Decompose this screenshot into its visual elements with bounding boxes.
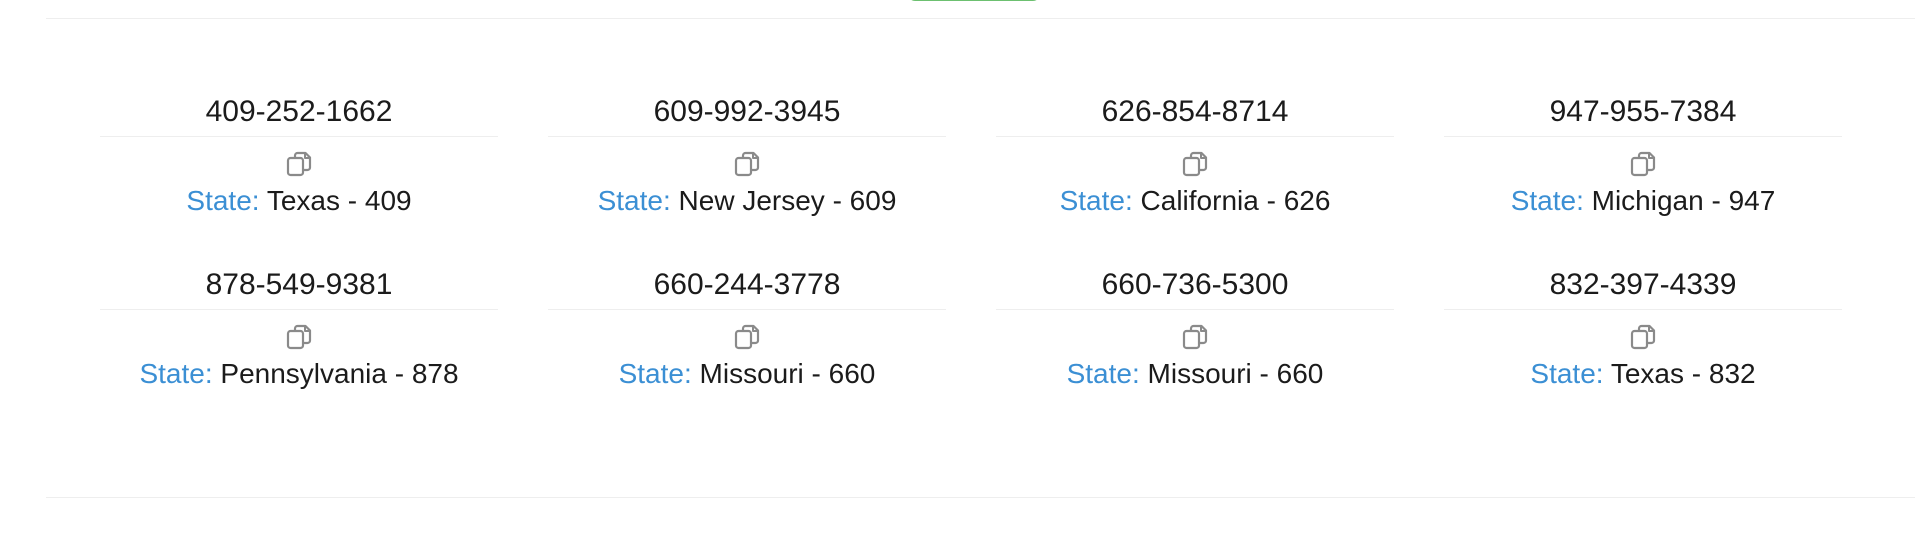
phone-number[interactable]: 660-736-5300: [996, 261, 1394, 310]
state-value: Michigan - 947: [1591, 185, 1776, 216]
state-line: State: Missouri - 660: [548, 354, 946, 394]
copy-icon[interactable]: [1179, 148, 1211, 180]
phone-card: 660-244-3778 State: Missouri - 660: [548, 261, 946, 394]
state-line: State: Michigan - 947: [1444, 181, 1842, 221]
phone-number[interactable]: 409-252-1662: [100, 88, 498, 137]
state-line: State: Missouri - 660: [996, 354, 1394, 394]
state-label: State:: [186, 185, 260, 216]
copy-icon[interactable]: [731, 148, 763, 180]
state-label: State:: [1059, 185, 1133, 216]
active-tab-indicator: [908, 0, 1040, 1]
state-label: State:: [1510, 185, 1584, 216]
state-value: Missouri - 660: [699, 358, 876, 389]
phone-number[interactable]: 609-992-3945: [548, 88, 946, 137]
top-divider: [46, 18, 1915, 19]
state-value: Missouri - 660: [1147, 358, 1324, 389]
phone-card: 409-252-1662 State: Texas - 409: [100, 88, 498, 221]
phone-number[interactable]: 878-549-9381: [100, 261, 498, 310]
state-label: State:: [618, 358, 692, 389]
state-label: State:: [1530, 358, 1604, 389]
copy-icon[interactable]: [1627, 148, 1659, 180]
state-value: Texas - 409: [266, 185, 412, 216]
state-label: State:: [597, 185, 671, 216]
phone-card: 947-955-7384 State: Michigan - 947: [1444, 88, 1842, 221]
state-line: State: California - 626: [996, 181, 1394, 221]
phone-number[interactable]: 626-854-8714: [996, 88, 1394, 137]
phone-number-grid: 409-252-1662 State: Texas - 409 609-992-…: [100, 88, 1850, 394]
phone-number[interactable]: 660-244-3778: [548, 261, 946, 310]
phone-card: 878-549-9381 State: Pennsylvania - 878: [100, 261, 498, 394]
phone-card: 626-854-8714 State: California - 626: [996, 88, 1394, 221]
copy-icon[interactable]: [283, 148, 315, 180]
phone-card: 660-736-5300 State: Missouri - 660: [996, 261, 1394, 394]
phone-card: 832-397-4339 State: Texas - 832: [1444, 261, 1842, 394]
state-line: State: New Jersey - 609: [548, 181, 946, 221]
phone-number[interactable]: 832-397-4339: [1444, 261, 1842, 310]
phone-card: 609-992-3945 State: New Jersey - 609: [548, 88, 946, 221]
state-line: State: Texas - 832: [1444, 354, 1842, 394]
phone-number[interactable]: 947-955-7384: [1444, 88, 1842, 137]
state-value: Texas - 832: [1610, 358, 1756, 389]
copy-icon[interactable]: [1627, 321, 1659, 353]
state-value: California - 626: [1140, 185, 1331, 216]
bottom-divider: [46, 497, 1915, 498]
state-label: State:: [139, 358, 213, 389]
state-line: State: Pennsylvania - 878: [100, 354, 498, 394]
copy-icon[interactable]: [731, 321, 763, 353]
state-label: State:: [1066, 358, 1140, 389]
state-value: Pennsylvania - 878: [220, 358, 459, 389]
copy-icon[interactable]: [1179, 321, 1211, 353]
state-value: New Jersey - 609: [678, 185, 897, 216]
state-line: State: Texas - 409: [100, 181, 498, 221]
copy-icon[interactable]: [283, 321, 315, 353]
